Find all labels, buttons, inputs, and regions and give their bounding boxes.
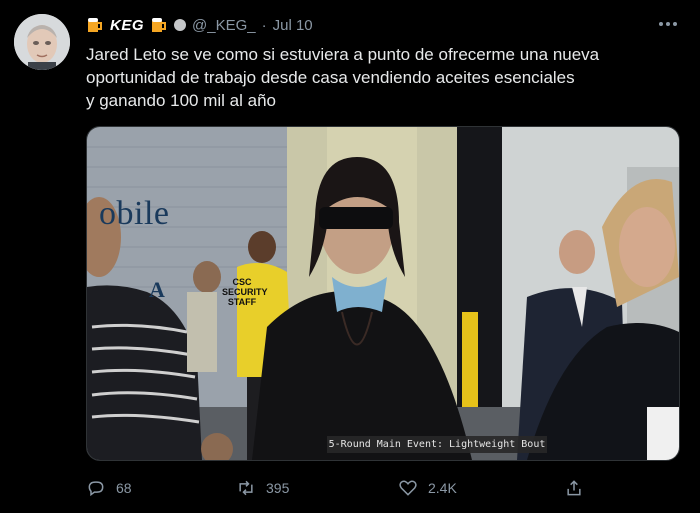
share-button[interactable] <box>564 476 584 500</box>
like-count: 2.4K <box>428 480 457 496</box>
tweet-actions: 68 395 2.4K <box>86 476 586 500</box>
vest-text: CSC SECURITY STAFF <box>222 277 268 307</box>
like-heart-icon <box>399 480 417 496</box>
beer-mug-icon <box>150 16 168 34</box>
tweet-text-line: oportunidad de trabajo desde casa vendie… <box>86 68 575 87</box>
more-dots-icon[interactable] <box>656 14 680 34</box>
tweet[interactable]: KEG @_KEG_ · Jul 10 Jared Leto se ve com… <box>0 0 700 513</box>
tweet-text-line: y ganando 100 mil al año <box>86 91 276 110</box>
tweet-media-image[interactable]: obile A CSC SECURITY STAFF 5-Round Main … <box>86 126 680 461</box>
handle[interactable]: @_KEG_ <box>192 17 256 34</box>
broadcast-caption: 5-Round Main Event: Lightweight Bout <box>327 436 547 453</box>
retweet-icon <box>239 480 253 496</box>
reply-button[interactable]: 68 <box>86 476 132 500</box>
display-name[interactable]: KEG <box>110 17 144 34</box>
reply-count: 68 <box>116 480 132 496</box>
timestamp[interactable]: Jul 10 <box>273 17 313 34</box>
beer-mug-icon <box>86 16 104 34</box>
share-icon <box>567 480 581 496</box>
tweet-text: Jared Leto se ve como si estuviera a pun… <box>86 43 676 112</box>
tweet-header: KEG @_KEG_ · Jul 10 <box>86 14 313 36</box>
wall-sign-text: obile <box>99 195 170 232</box>
retweet-button[interactable]: 395 <box>236 476 289 500</box>
retweet-count: 395 <box>266 480 290 496</box>
like-button[interactable]: 2.4K <box>398 476 457 500</box>
wall-sign-text: A <box>149 277 165 302</box>
separator: · <box>261 16 267 34</box>
avatar[interactable] <box>14 14 70 70</box>
tweet-text-line: Jared Leto se ve como si estuviera a pun… <box>86 45 600 64</box>
verified-style-badge-icon <box>174 19 187 31</box>
reply-icon <box>88 481 104 497</box>
